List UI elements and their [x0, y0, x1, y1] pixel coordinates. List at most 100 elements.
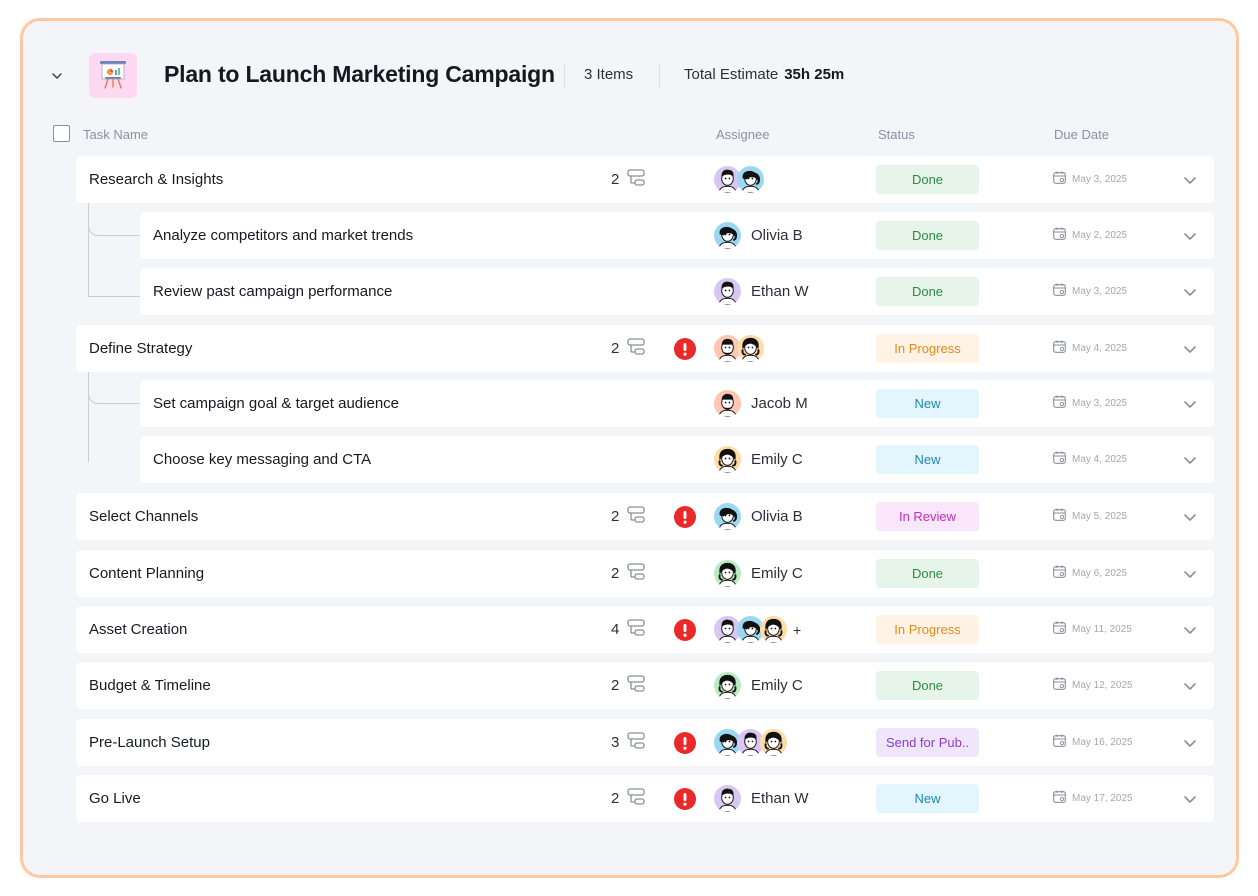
avatar — [714, 278, 741, 305]
due-date[interactable]: May 11, 2025 — [1053, 606, 1132, 653]
avatar — [760, 729, 787, 756]
priority-alert-icon[interactable] — [674, 606, 696, 653]
task-name[interactable]: Research & Insights — [89, 156, 223, 203]
subtask-count[interactable]: 2 — [611, 775, 646, 822]
status-badge[interactable]: Done — [876, 671, 979, 700]
task-name[interactable]: Pre-Launch Setup — [89, 719, 210, 766]
column-header-task-name[interactable]: Task Name — [83, 127, 148, 142]
status-badge[interactable]: In Progress — [876, 334, 979, 363]
expand-chevron-icon[interactable] — [1182, 493, 1198, 540]
column-header-assignee[interactable]: Assignee — [716, 127, 769, 142]
expand-chevron-icon[interactable] — [1182, 775, 1198, 822]
subtask-row[interactable]: Choose key messaging and CTA Emily C New Ma… — [140, 436, 1214, 483]
task-name[interactable]: Set campaign goal & target audience — [153, 380, 399, 427]
status-badge[interactable]: New — [876, 445, 979, 474]
status-badge[interactable]: Done — [876, 165, 979, 194]
task-name[interactable]: Select Channels — [89, 493, 198, 540]
status-badge[interactable]: Done — [876, 559, 979, 588]
expand-chevron-icon[interactable] — [1182, 268, 1198, 315]
task-row[interactable]: Select Channels 2 Olivia B In Review May 5, … — [76, 493, 1214, 540]
task-name[interactable]: Budget & Timeline — [89, 662, 211, 709]
due-date[interactable]: May 5, 2025 — [1053, 493, 1127, 540]
expand-chevron-icon[interactable] — [1182, 719, 1198, 766]
estimate-label: Total Estimate — [684, 66, 779, 83]
task-name[interactable]: Define Strategy — [89, 325, 192, 372]
avatar-group — [714, 785, 741, 812]
expand-chevron-icon[interactable] — [1182, 325, 1198, 372]
subtask-count[interactable]: 2 — [611, 550, 646, 597]
assignee[interactable]: Ethan W — [714, 775, 809, 822]
status-badge[interactable]: New — [876, 784, 979, 813]
assignee[interactable]: + — [714, 606, 801, 653]
task-row[interactable]: Content Planning 2 Emily C Done May 6, 2025 — [76, 550, 1214, 597]
subtask-count[interactable]: 2 — [611, 156, 646, 203]
priority-alert-icon[interactable] — [674, 775, 696, 822]
subtask-count[interactable]: 3 — [611, 719, 646, 766]
expand-chevron-icon[interactable] — [1182, 662, 1198, 709]
expand-chevron-icon[interactable] — [1182, 436, 1198, 483]
priority-alert-icon[interactable] — [674, 325, 696, 372]
status-badge[interactable]: Done — [876, 221, 979, 250]
avatar — [714, 560, 741, 587]
assignee[interactable] — [714, 719, 787, 766]
column-header-status[interactable]: Status — [878, 127, 915, 142]
task-name[interactable]: Content Planning — [89, 550, 204, 597]
expand-chevron-icon[interactable] — [1182, 212, 1198, 259]
status-badge[interactable]: In Review — [876, 502, 979, 531]
due-date[interactable]: May 3, 2025 — [1053, 268, 1127, 315]
due-date[interactable]: May 12, 2025 — [1053, 662, 1133, 709]
task-name[interactable]: Asset Creation — [89, 606, 187, 653]
assignee[interactable]: Emily C — [714, 550, 803, 597]
assignee[interactable]: Ethan W — [714, 268, 809, 315]
expand-chevron-icon[interactable] — [1182, 550, 1198, 597]
due-date[interactable]: May 6, 2025 — [1053, 550, 1127, 597]
subtask-row[interactable]: Analyze competitors and market trends Oli… — [140, 212, 1214, 259]
task-row[interactable]: Go Live 2 Ethan W New May 17, 2025 — [76, 775, 1214, 822]
task-row[interactable]: Research & Insights 2 Done May 3, 2025 — [76, 156, 1214, 203]
due-date[interactable]: May 17, 2025 — [1053, 775, 1133, 822]
due-date[interactable]: May 16, 2025 — [1053, 719, 1133, 766]
task-name[interactable]: Analyze competitors and market trends — [153, 212, 413, 259]
subtask-count[interactable]: 2 — [611, 325, 646, 372]
assignee[interactable]: Jacob M — [714, 380, 808, 427]
due-date[interactable]: May 3, 2025 — [1053, 156, 1127, 203]
task-name[interactable]: Choose key messaging and CTA — [153, 436, 371, 483]
column-header-due-date[interactable]: Due Date — [1054, 127, 1109, 142]
task-name[interactable]: Review past campaign performance — [153, 268, 392, 315]
subtask-count[interactable]: 2 — [611, 493, 646, 540]
expand-chevron-icon[interactable] — [1182, 606, 1198, 653]
status-badge[interactable]: New — [876, 389, 979, 418]
task-row[interactable]: Define Strategy 2 In Progress May 4, 2025 — [76, 325, 1214, 372]
subtask-count[interactable]: 4 — [611, 606, 646, 653]
priority-alert-icon[interactable] — [674, 719, 696, 766]
task-row[interactable]: Asset Creation 4 + In Progress May 11, 2025 — [76, 606, 1214, 653]
collapse-chevron-icon[interactable] — [49, 68, 65, 84]
due-date[interactable]: May 4, 2025 — [1053, 325, 1127, 372]
select-all-checkbox[interactable] — [53, 125, 70, 142]
status-badge[interactable]: In Progress — [876, 615, 979, 644]
subtask-row[interactable]: Set campaign goal & target audience Jacob… — [140, 380, 1214, 427]
calendar-icon — [1053, 227, 1066, 245]
task-name[interactable]: Go Live — [89, 775, 141, 822]
assignee[interactable]: Emily C — [714, 436, 803, 483]
subtask-row[interactable]: Review past campaign performance Ethan W D… — [140, 268, 1214, 315]
task-row[interactable]: Pre-Launch Setup 3 Send for Pub.. May 16, 2… — [76, 719, 1214, 766]
assignee[interactable]: Emily C — [714, 662, 803, 709]
expand-chevron-icon[interactable] — [1182, 156, 1198, 203]
subtask-count[interactable]: 2 — [611, 662, 646, 709]
assignee[interactable]: Olivia B — [714, 212, 803, 259]
more-assignees[interactable]: + — [793, 622, 801, 638]
assignee[interactable] — [714, 156, 764, 203]
assignee[interactable] — [714, 325, 764, 372]
status-badge[interactable]: Send for Pub.. — [876, 728, 979, 757]
avatar — [737, 335, 764, 362]
assignee[interactable]: Olivia B — [714, 493, 803, 540]
priority-alert-icon[interactable] — [674, 493, 696, 540]
due-date[interactable]: May 2, 2025 — [1053, 212, 1127, 259]
task-row[interactable]: Budget & Timeline 2 Emily C Done May 12, 202… — [76, 662, 1214, 709]
assignee-name: Ethan W — [751, 283, 809, 300]
status-badge[interactable]: Done — [876, 277, 979, 306]
expand-chevron-icon[interactable] — [1182, 380, 1198, 427]
due-date[interactable]: May 3, 2025 — [1053, 380, 1127, 427]
due-date[interactable]: May 4, 2025 — [1053, 436, 1127, 483]
